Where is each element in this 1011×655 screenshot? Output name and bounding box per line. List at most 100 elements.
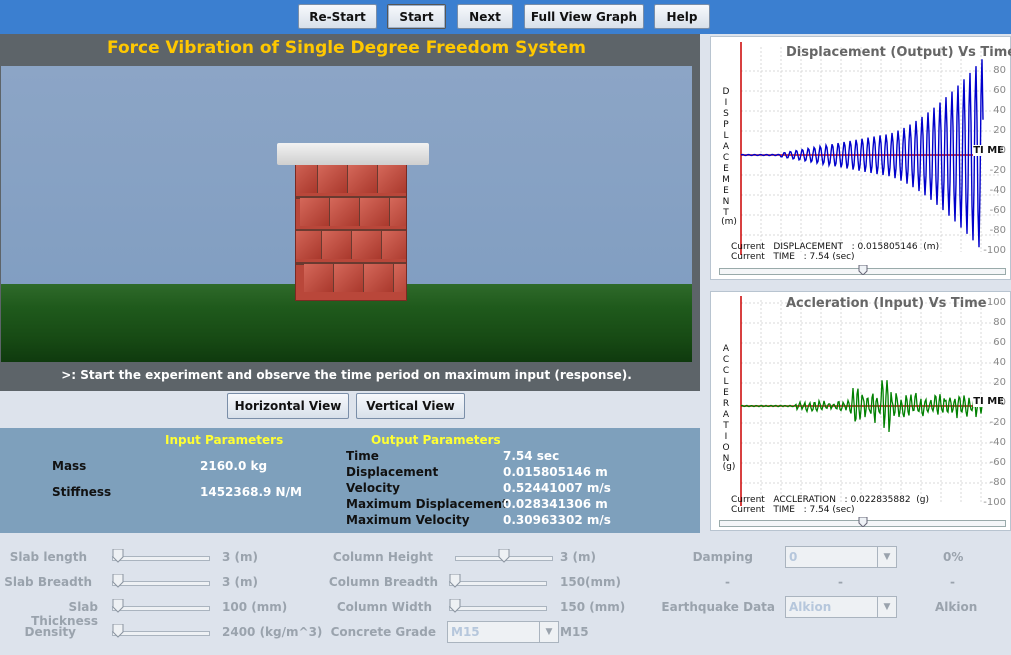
tick-label: -20	[989, 417, 1006, 428]
slab-breadth-value: 3 (m)	[222, 575, 258, 589]
param-label: Displacement	[346, 465, 439, 479]
slab	[277, 143, 429, 165]
start-button[interactable]: Start	[387, 4, 446, 29]
tick-label: 20	[993, 125, 1006, 136]
concrete-grade-label: Concrete Grade	[330, 625, 436, 639]
tick-label: -40	[989, 185, 1006, 196]
tick-label: -100	[983, 245, 1006, 256]
input-params-heading: Input Parameters	[165, 433, 284, 447]
simulation-scene	[1, 66, 692, 362]
earthquake-data-select[interactable]: Alkion ▼	[785, 596, 897, 618]
tick-label: 0	[999, 145, 1006, 156]
column-width-label: Column Width	[336, 600, 432, 614]
slab-length-label: Slab length	[9, 550, 87, 564]
tick-label: 60	[993, 85, 1006, 96]
horizontal-view-button[interactable]: Horizontal View	[227, 393, 349, 419]
tick-label: -80	[989, 225, 1006, 236]
dash: -	[725, 575, 730, 589]
damping-value: 0%	[943, 550, 964, 564]
param-label: Maximum Velocity	[346, 513, 470, 527]
param-label: Time	[346, 449, 379, 463]
param-value: 2160.0 kg	[200, 459, 268, 473]
tick-label: -60	[989, 205, 1006, 216]
tick-label: 40	[993, 357, 1006, 368]
displacement-series	[740, 59, 984, 248]
tick-label: 60	[993, 337, 1006, 348]
param-value: 7.54 sec	[503, 449, 560, 463]
help-button[interactable]: Help	[654, 4, 710, 29]
damping-selected: 0	[789, 550, 798, 564]
chevron-down-icon[interactable]: ▼	[877, 547, 896, 567]
damping-label: Damping	[692, 550, 753, 564]
full-view-graph-button[interactable]: Full View Graph	[524, 4, 644, 29]
tick-label: 40	[993, 105, 1006, 116]
simulation-title: Force Vibration of Single Degree Freedom…	[107, 38, 586, 58]
tick-label: -100	[983, 497, 1006, 508]
concrete-grade-select[interactable]: M15 ▼	[447, 621, 559, 643]
column-width-slider[interactable]	[449, 599, 547, 613]
param-value: 0.30963302 m/s	[503, 513, 611, 527]
slab-thickness-slider[interactable]	[112, 599, 210, 613]
earthquake-data-label: Earthquake Data	[661, 600, 775, 614]
slab-length-slider[interactable]	[112, 549, 210, 563]
tick-label: 100	[986, 297, 1006, 308]
slider-thumb[interactable]	[858, 265, 868, 275]
displacement-time-slider[interactable]	[719, 265, 1006, 275]
dash: -	[950, 575, 955, 589]
concrete-grade-selected: M15	[451, 625, 480, 639]
tick-label: 0	[999, 397, 1006, 408]
param-value: 0.015805146 m	[503, 465, 608, 479]
acceleration-graph-title: Accleration (Input) Vs Time	[786, 296, 987, 311]
controls-panel: Slab length 3 (m) Slab Breadth 3 (m) Sla…	[0, 545, 1011, 655]
dash: -	[838, 575, 843, 589]
earthquake-data-value: Alkion	[935, 600, 978, 614]
tick-label: -20	[989, 165, 1006, 176]
slider-thumb[interactable]	[858, 517, 868, 527]
column-breadth-value: 150(mm)	[560, 575, 622, 589]
current-time: Current TIME : 7.54 (sec)	[731, 505, 855, 515]
density-slider[interactable]	[112, 624, 210, 638]
param-value: 0.028341306 m	[503, 497, 608, 511]
acceleration-axis-label: ACCLERATION	[722, 344, 730, 464]
column-height-value: 3 (m)	[560, 550, 596, 564]
output-params-heading: Output Parameters	[371, 433, 501, 447]
damping-select[interactable]: 0 ▼	[785, 546, 897, 568]
slab-thickness-value: 100 (mm)	[222, 600, 288, 614]
instruction-text: >: Start the experiment and observe the …	[61, 368, 632, 382]
column-width-value: 150 (mm)	[560, 600, 626, 614]
density-label: Density	[24, 625, 76, 639]
chevron-down-icon[interactable]: ▼	[539, 622, 558, 642]
param-value: 0.52441007 m/s	[503, 481, 611, 495]
parameters-panel: Input Parameters Mass 2160.0 kg Stiffnes…	[0, 428, 700, 533]
displacement-axis-label: DISPLACEMENT	[722, 87, 730, 218]
acceleration-time-slider[interactable]	[719, 517, 1006, 527]
concrete-grade-value: M15	[560, 625, 589, 639]
displacement-unit: (m)	[721, 217, 737, 227]
toolbar: Re-Start Start Next Full View Graph Help	[0, 0, 1011, 34]
column-height-slider[interactable]	[455, 549, 553, 563]
tick-label: 80	[993, 317, 1006, 328]
tick-label: 20	[993, 377, 1006, 388]
displacement-graph: Displacement (Output) Vs Time DISPLACEME…	[710, 36, 1011, 280]
param-label: Velocity	[346, 481, 400, 495]
restart-button[interactable]: Re-Start	[298, 4, 377, 29]
param-label: Mass	[52, 459, 87, 473]
current-acceleration: Current ACCLERATION : 0.022835882 (g)	[731, 495, 930, 505]
chevron-down-icon[interactable]: ▼	[877, 597, 896, 617]
earthquake-selected: Alkion	[789, 600, 832, 614]
param-label: Maximum Displacement	[346, 497, 508, 511]
tick-label: -40	[989, 437, 1006, 448]
tick-label: -60	[989, 457, 1006, 468]
vertical-view-button[interactable]: Vertical View	[356, 393, 465, 419]
slab-thickness-label: Slab Thickness	[31, 600, 98, 628]
param-value: 1452368.9 N/M	[200, 485, 302, 499]
slab-breadth-label: Slab Breadth	[4, 575, 92, 589]
column-breadth-slider[interactable]	[449, 574, 547, 588]
current-time: Current TIME : 7.54 (sec)	[731, 252, 855, 262]
column-height-label: Column Height	[332, 550, 433, 564]
next-button[interactable]: Next	[457, 4, 513, 29]
brick-column	[295, 162, 407, 301]
slab-breadth-slider[interactable]	[112, 574, 210, 588]
column-breadth-label: Column Breadth	[328, 575, 438, 589]
tick-label: -80	[989, 477, 1006, 488]
